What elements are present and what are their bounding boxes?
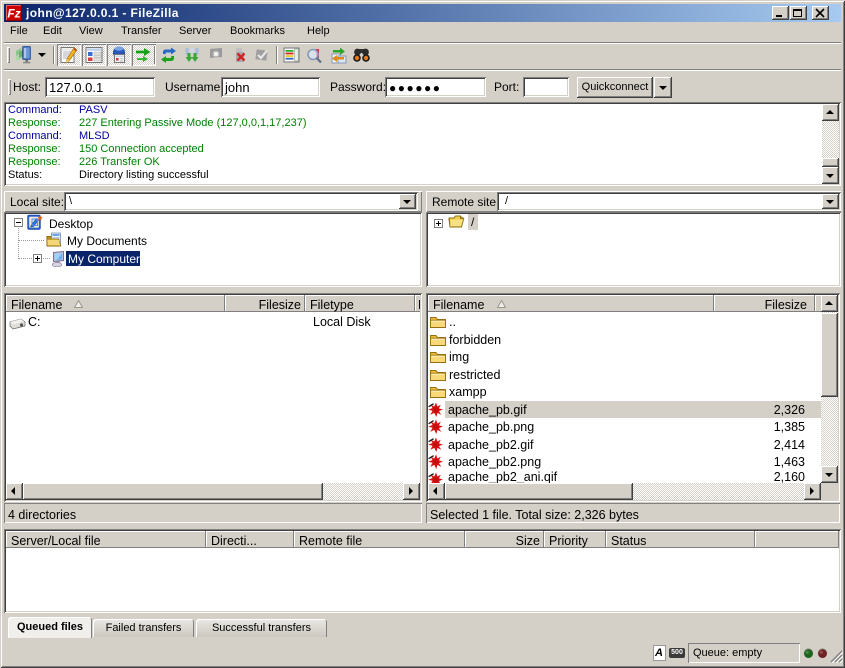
svg-text:Fz: Fz xyxy=(7,7,20,21)
